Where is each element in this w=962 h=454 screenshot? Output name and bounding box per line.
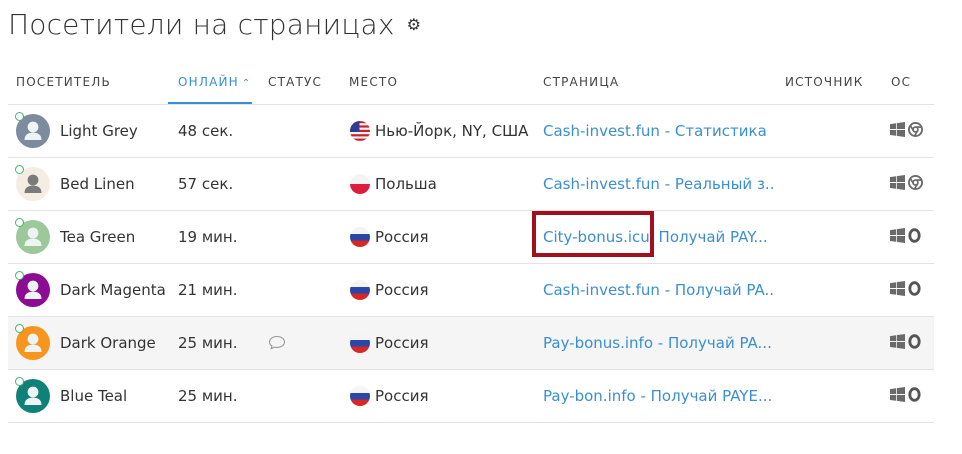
- table-row[interactable]: Tea Green 19 мин. Россия City-bonus.icu Пол…: [8, 211, 934, 264]
- ru-flag: [350, 386, 370, 406]
- page-link[interactable]: Cash-invest.fun - Получай PA...: [543, 281, 773, 299]
- ru-flag: [350, 280, 370, 300]
- visitor-name[interactable]: Dark Magenta: [60, 264, 172, 316]
- chrome-icon: [908, 122, 923, 141]
- sort-ascending-icon: ⌃: [241, 78, 252, 89]
- visitor-name[interactable]: Bed Linen: [60, 158, 172, 210]
- page-cell: Pay-bonus.info - Получай PA...: [543, 317, 773, 369]
- column-header-online[interactable]: ОНЛАЙН ⌃: [168, 62, 252, 104]
- online-duration: 25 мин.: [178, 334, 238, 352]
- page-title-link[interactable]: Получай PAY...: [659, 228, 768, 246]
- visitor-place: Россия: [375, 334, 429, 352]
- page-link[interactable]: Cash-invest.fun - Статистика: [543, 122, 767, 140]
- table-row[interactable]: Blue Teal 25 мин. Россия Pay-bon.info - Пол…: [8, 370, 934, 423]
- page-link[interactable]: Pay-bon.info - Получай PAYE...: [543, 387, 772, 405]
- pl-flag: [350, 174, 370, 194]
- online-duration: 25 мин.: [178, 387, 238, 405]
- os-browser-icons: [890, 387, 921, 406]
- chat-bubble-icon[interactable]: [268, 335, 286, 354]
- chrome-icon: [908, 175, 923, 194]
- table-row[interactable]: Bed Linen 57 сек. Польша Cash-invest.fun - …: [8, 158, 934, 211]
- online-status-dot: [15, 112, 24, 121]
- column-header-visitor[interactable]: ПОСЕТИТЕЛЬ: [16, 62, 111, 104]
- highlight-box: [532, 211, 654, 257]
- page-cell: Cash-invest.fun - Реальный з...: [543, 158, 773, 210]
- os-browser-icons: [890, 175, 923, 194]
- column-header-status[interactable]: СТАТУС: [268, 62, 322, 104]
- column-header-page[interactable]: СТРАНИЦА: [543, 62, 619, 104]
- windows-icon: [890, 281, 905, 300]
- table-row[interactable]: Light Grey 48 сек. Нью-Йорк, NY, США Cash-i…: [8, 105, 934, 158]
- online-status-dot: [15, 377, 24, 386]
- visitor-name[interactable]: Tea Green: [60, 211, 172, 263]
- opera-icon: [908, 387, 921, 406]
- windows-icon: [890, 122, 905, 141]
- visitor-place: Нью-Йорк, NY, США: [375, 122, 529, 140]
- opera-icon: [908, 281, 921, 300]
- page-title: Посетители на страницах: [8, 8, 395, 41]
- windows-icon: [890, 387, 905, 406]
- page-cell: Cash-invest.fun - Получай PA...: [543, 264, 773, 316]
- page-cell: Cash-invest.fun - Статистика: [543, 105, 773, 157]
- opera-icon: [908, 334, 921, 353]
- table-row[interactable]: Dark Magenta 21 мин. Россия Cash-invest.fun…: [8, 264, 934, 317]
- page-link[interactable]: Cash-invest.fun - Реальный з...: [543, 175, 773, 193]
- online-status-dot: [15, 218, 24, 227]
- table-header: ПОСЕТИТЕЛЬ ОНЛАЙН ⌃ СТАТУС МЕСТО СТРАНИЦА…: [8, 62, 934, 105]
- os-browser-icons: [890, 281, 921, 300]
- os-browser-icons: [890, 122, 923, 141]
- windows-icon: [890, 334, 905, 353]
- visitor-table: Light Grey 48 сек. Нью-Йорк, NY, США Cash-i…: [8, 105, 934, 423]
- visitor-name[interactable]: Light Grey: [60, 105, 172, 157]
- online-duration: 19 мин.: [178, 228, 238, 246]
- os-browser-icons: [890, 228, 921, 247]
- online-status-dot: [15, 324, 24, 333]
- online-duration: 21 мин.: [178, 281, 238, 299]
- visitor-place: Россия: [375, 281, 429, 299]
- column-header-source[interactable]: ИСТОЧНИК: [785, 62, 863, 104]
- ru-flag: [350, 333, 370, 353]
- ru-flag: [350, 227, 370, 247]
- opera-icon: [908, 228, 921, 247]
- windows-icon: [890, 175, 905, 194]
- page-cell: Pay-bon.info - Получай PAYE...: [543, 370, 773, 422]
- page-link[interactable]: Pay-bonus.info - Получай PA...: [543, 334, 772, 352]
- visitor-place: Россия: [375, 387, 429, 405]
- online-duration: 48 сек.: [178, 122, 234, 140]
- column-header-os[interactable]: ОС: [891, 62, 911, 104]
- online-status-dot: [15, 271, 24, 280]
- gear-icon[interactable]: ⚙: [407, 15, 422, 34]
- visitor-place: Россия: [375, 228, 429, 246]
- online-status-dot: [15, 165, 24, 174]
- page-title-bar: Посетители на страницах ⚙: [8, 8, 421, 41]
- column-header-online-label: ОНЛАЙН: [178, 75, 239, 89]
- us-flag: [350, 121, 370, 141]
- online-duration: 57 сек.: [178, 175, 234, 193]
- os-browser-icons: [890, 334, 921, 353]
- table-row[interactable]: Dark Orange 25 мин. Россия Pay-bonus.info -…: [8, 317, 934, 370]
- windows-icon: [890, 228, 905, 247]
- visitor-name[interactable]: Blue Teal: [60, 370, 172, 422]
- column-header-place[interactable]: МЕСТО: [349, 62, 398, 104]
- visitor-name[interactable]: Dark Orange: [60, 317, 172, 369]
- visitor-place: Польша: [375, 175, 437, 193]
